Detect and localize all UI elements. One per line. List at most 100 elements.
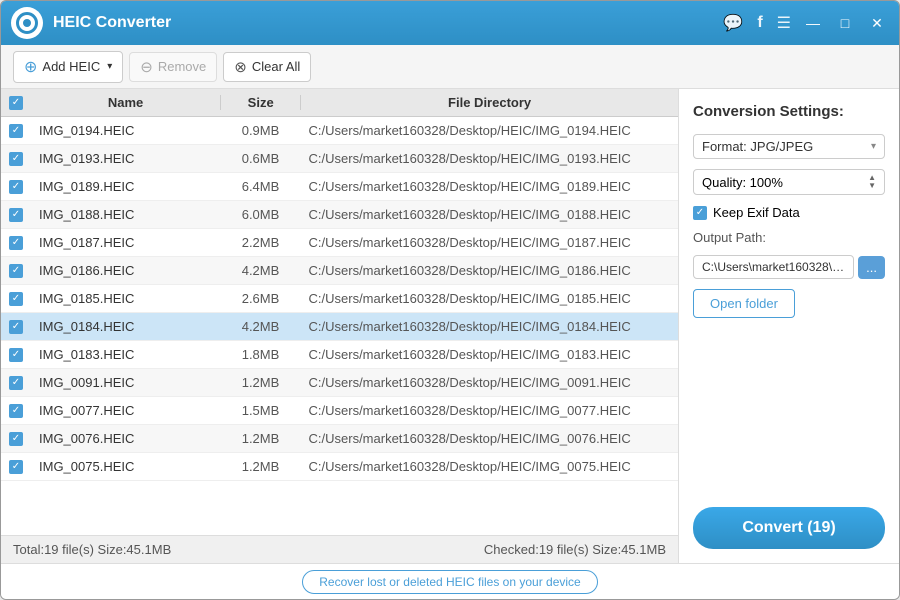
row-size: 0.6MB — [221, 151, 301, 166]
app-logo — [11, 7, 43, 39]
row-filename: IMG_0076.HEIC — [31, 431, 221, 446]
browse-output-button[interactable]: ... — [858, 256, 885, 279]
clear-icon: ⊗ — [234, 58, 247, 76]
table-row[interactable]: IMG_0186.HEIC 4.2MB C:/Users/market16032… — [1, 257, 678, 285]
format-value: Format: JPG/JPEG — [702, 139, 813, 154]
format-dropdown-icon: ▾ — [871, 141, 876, 152]
keep-exif-checkbox[interactable] — [693, 206, 707, 220]
row-filename: IMG_0188.HEIC — [31, 207, 221, 222]
settings-panel: Conversion Settings: Format: JPG/JPEG ▾ … — [679, 89, 899, 563]
row-checkbox[interactable] — [9, 460, 23, 474]
dropdown-arrow-icon: ▾ — [107, 61, 112, 72]
column-name-header: Name — [31, 95, 221, 110]
row-checkbox[interactable] — [9, 348, 23, 362]
header-checkbox-cell[interactable] — [1, 96, 31, 110]
total-status: Total:19 file(s) Size:45.1MB — [13, 542, 171, 557]
table-row[interactable]: IMG_0077.HEIC 1.5MB C:/Users/market16032… — [1, 397, 678, 425]
row-directory: C:/Users/market160328/Desktop/HEIC/IMG_0… — [301, 319, 678, 334]
table-row[interactable]: IMG_0076.HEIC 1.2MB C:/Users/market16032… — [1, 425, 678, 453]
select-all-checkbox[interactable] — [9, 96, 23, 110]
keep-exif-row: Keep Exif Data — [693, 205, 885, 220]
table-row[interactable]: IMG_0194.HEIC 0.9MB C:/Users/market16032… — [1, 117, 678, 145]
row-size: 0.9MB — [221, 123, 301, 138]
plus-icon: ⊕ — [24, 57, 37, 77]
table-row[interactable]: IMG_0091.HEIC 1.2MB C:/Users/market16032… — [1, 369, 678, 397]
row-checkbox[interactable] — [9, 292, 23, 306]
convert-button[interactable]: Convert (19) — [693, 507, 885, 549]
column-dir-header: File Directory — [301, 95, 678, 110]
file-list-area: Name Size File Directory IMG_0194.HEIC 0… — [1, 89, 679, 563]
row-checkbox-cell — [1, 348, 31, 362]
row-directory: C:/Users/market160328/Desktop/HEIC/IMG_0… — [301, 179, 678, 194]
clear-all-button[interactable]: ⊗ Clear All — [223, 52, 311, 82]
row-checkbox-cell — [1, 376, 31, 390]
row-checkbox[interactable] — [9, 208, 23, 222]
row-checkbox[interactable] — [9, 376, 23, 390]
row-filename: IMG_0183.HEIC — [31, 347, 221, 362]
table-row[interactable]: IMG_0184.HEIC 4.2MB C:/Users/market16032… — [1, 313, 678, 341]
row-size: 1.5MB — [221, 403, 301, 418]
row-checkbox[interactable] — [9, 432, 23, 446]
toolbar: ⊕ Add HEIC ▾ ⊖ Remove ⊗ Clear All — [1, 45, 899, 89]
table-row[interactable]: IMG_0185.HEIC 2.6MB C:/Users/market16032… — [1, 285, 678, 313]
output-path-row: C:\Users\market160328\Docu ... — [693, 255, 885, 279]
close-button[interactable]: ✕ — [865, 11, 889, 35]
quality-spinner[interactable]: ▲ ▼ — [868, 174, 876, 190]
row-checkbox[interactable] — [9, 180, 23, 194]
row-size: 1.2MB — [221, 431, 301, 446]
table-row[interactable]: IMG_0193.HEIC 0.6MB C:/Users/market16032… — [1, 145, 678, 173]
row-checkbox[interactable] — [9, 264, 23, 278]
open-folder-button[interactable]: Open folder — [693, 289, 795, 318]
row-size: 1.2MB — [221, 459, 301, 474]
row-filename: IMG_0194.HEIC — [31, 123, 221, 138]
statusbar: Total:19 file(s) Size:45.1MB Checked:19 … — [1, 535, 678, 563]
bottombar: Recover lost or deleted HEIC files on yo… — [1, 563, 899, 599]
table-row[interactable]: IMG_0075.HEIC 1.2MB C:/Users/market16032… — [1, 453, 678, 481]
window-controls: — □ ✕ — [801, 11, 889, 35]
row-size: 2.2MB — [221, 235, 301, 250]
table-row[interactable]: IMG_0187.HEIC 2.2MB C:/Users/market16032… — [1, 229, 678, 257]
clear-label: Clear All — [252, 59, 300, 74]
format-select[interactable]: Format: JPG/JPEG ▾ — [693, 134, 885, 159]
row-checkbox[interactable] — [9, 124, 23, 138]
minimize-button[interactable]: — — [801, 11, 825, 35]
row-directory: C:/Users/market160328/Desktop/HEIC/IMG_0… — [301, 431, 678, 446]
recover-link[interactable]: Recover lost or deleted HEIC files on yo… — [302, 570, 597, 594]
row-checkbox[interactable] — [9, 320, 23, 334]
row-checkbox-cell — [1, 124, 31, 138]
remove-button[interactable]: ⊖ Remove — [129, 52, 217, 82]
quality-down-icon[interactable]: ▼ — [868, 182, 876, 190]
chat-icon[interactable]: 💬 — [723, 13, 743, 33]
row-filename: IMG_0077.HEIC — [31, 403, 221, 418]
table-row[interactable]: IMG_0188.HEIC 6.0MB C:/Users/market16032… — [1, 201, 678, 229]
row-checkbox[interactable] — [9, 236, 23, 250]
row-filename: IMG_0193.HEIC — [31, 151, 221, 166]
row-filename: IMG_0186.HEIC — [31, 263, 221, 278]
settings-title: Conversion Settings: — [693, 103, 885, 120]
row-checkbox[interactable] — [9, 152, 23, 166]
row-filename: IMG_0185.HEIC — [31, 291, 221, 306]
table-row[interactable]: IMG_0189.HEIC 6.4MB C:/Users/market16032… — [1, 173, 678, 201]
row-directory: C:/Users/market160328/Desktop/HEIC/IMG_0… — [301, 459, 678, 474]
row-directory: C:/Users/market160328/Desktop/HEIC/IMG_0… — [301, 375, 678, 390]
quality-value: Quality: 100% — [702, 175, 783, 190]
menu-icon[interactable]: ☰ — [777, 13, 791, 33]
output-path-label: Output Path: — [693, 230, 885, 245]
row-checkbox[interactable] — [9, 404, 23, 418]
quality-box[interactable]: Quality: 100% ▲ ▼ — [693, 169, 885, 195]
maximize-button[interactable]: □ — [833, 11, 857, 35]
add-heic-button[interactable]: ⊕ Add HEIC ▾ — [13, 51, 123, 83]
facebook-icon[interactable]: f — [757, 14, 762, 32]
row-checkbox-cell — [1, 152, 31, 166]
row-size: 2.6MB — [221, 291, 301, 306]
titlebar: HEIC Converter 💬 f ☰ — □ ✕ — [1, 1, 899, 45]
row-checkbox-cell — [1, 264, 31, 278]
table-header: Name Size File Directory — [1, 89, 678, 117]
row-directory: C:/Users/market160328/Desktop/HEIC/IMG_0… — [301, 235, 678, 250]
row-checkbox-cell — [1, 432, 31, 446]
minus-icon: ⊖ — [140, 58, 153, 76]
row-size: 1.8MB — [221, 347, 301, 362]
table-row[interactable]: IMG_0183.HEIC 1.8MB C:/Users/market16032… — [1, 341, 678, 369]
row-checkbox-cell — [1, 320, 31, 334]
row-filename: IMG_0184.HEIC — [31, 319, 221, 334]
